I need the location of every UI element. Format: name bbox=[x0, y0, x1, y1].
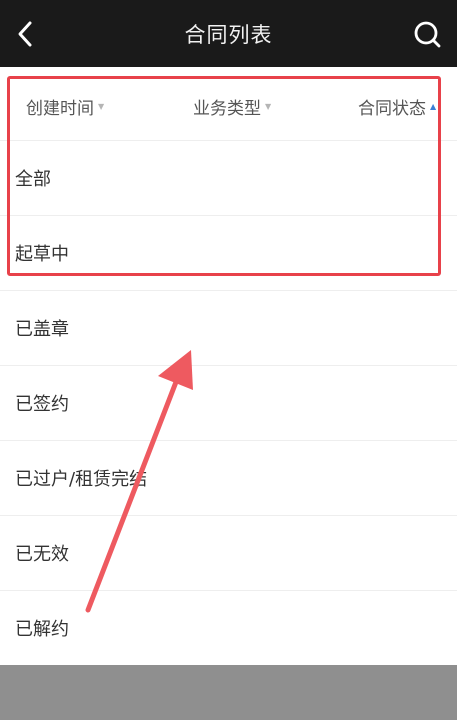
status-option-label: 已签约 bbox=[15, 394, 69, 415]
status-option-label: 已过户/租赁完结 bbox=[15, 469, 148, 490]
app-header: 合同列表 bbox=[0, 0, 457, 67]
filter-create-time-label: 创建时间 bbox=[26, 99, 94, 119]
status-option-stamped[interactable]: 已盖章 bbox=[0, 291, 457, 366]
status-option-label: 起草中 bbox=[15, 244, 69, 265]
dim-overlay[interactable] bbox=[0, 665, 457, 720]
status-option-label: 已解约 bbox=[15, 619, 69, 640]
contract-status-dropdown: 全部 起草中 已盖章 已签约 已过户/租赁完结 已无效 已解约 bbox=[0, 141, 457, 666]
caret-up-icon: ▲ bbox=[430, 102, 437, 111]
search-button[interactable] bbox=[411, 18, 443, 50]
caret-down-icon: ▼ bbox=[265, 102, 272, 111]
back-button[interactable] bbox=[8, 14, 42, 54]
status-option-label: 全部 bbox=[15, 169, 51, 190]
status-option-invalid[interactable]: 已无效 bbox=[0, 516, 457, 591]
filter-bar: 创建时间 ▼ 业务类型 ▼ 合同状态 ▲ bbox=[0, 67, 457, 141]
filter-business-type-label: 业务类型 bbox=[193, 99, 261, 119]
filter-create-time[interactable]: 创建时间 ▼ bbox=[26, 94, 104, 119]
chevron-left-icon bbox=[18, 21, 32, 47]
status-option-drafting[interactable]: 起草中 bbox=[0, 216, 457, 291]
page-title: 合同列表 bbox=[184, 22, 273, 47]
search-icon bbox=[414, 21, 441, 48]
status-option-label: 已盖章 bbox=[15, 319, 69, 340]
status-option-terminated[interactable]: 已解约 bbox=[0, 591, 457, 666]
caret-down-icon: ▼ bbox=[98, 102, 105, 111]
filter-contract-status-label: 合同状态 bbox=[358, 99, 426, 119]
filter-business-type[interactable]: 业务类型 ▼ bbox=[193, 94, 271, 119]
status-option-all[interactable]: 全部 bbox=[0, 141, 457, 216]
filter-contract-status[interactable]: 合同状态 ▲ bbox=[358, 94, 436, 119]
status-option-label: 已无效 bbox=[15, 544, 69, 565]
status-option-signed[interactable]: 已签约 bbox=[0, 366, 457, 441]
status-option-transferred[interactable]: 已过户/租赁完结 bbox=[0, 441, 457, 516]
